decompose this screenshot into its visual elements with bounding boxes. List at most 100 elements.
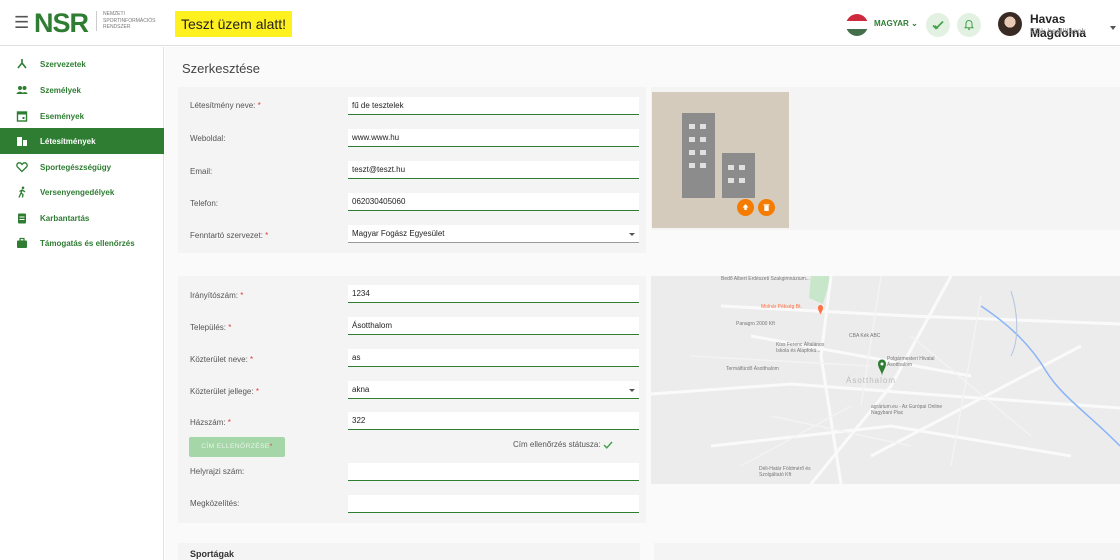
street-type-select[interactable]: akna <box>348 381 639 399</box>
address-check-status: Cím ellenőrzés státusza: <box>513 440 613 449</box>
sidebar: Szervezetek Személyek Események Létesítm… <box>0 47 164 560</box>
website-input[interactable]: www.www.hu <box>348 129 639 147</box>
facility-image-placeholder <box>652 92 789 228</box>
owner-org-label: Fenntartó szervezet: * <box>190 231 268 240</box>
check-address-button[interactable]: CÍM ELLENŐRZÉSE* <box>189 437 285 457</box>
required-mark: * <box>240 291 244 300</box>
dropdown-caret-icon <box>629 233 635 236</box>
sidebar-item-label: Létesítmények <box>40 136 96 146</box>
street-type-value: akna <box>352 385 370 394</box>
language-selector[interactable]: MAGYAR ⌄ <box>874 19 918 28</box>
street-name-input[interactable]: as <box>348 349 639 367</box>
top-bar: ☰ NSR NEMZETI SPORTINFORMÁCIÓS RENDSZER … <box>0 0 1120 46</box>
label-text: Irányítószám: <box>190 291 239 300</box>
chevron-down-icon: ⌄ <box>911 19 918 28</box>
people-icon <box>16 84 28 96</box>
building-icon <box>16 135 28 147</box>
house-number-label: Házszám: * <box>190 418 231 427</box>
required-mark: * <box>257 101 261 110</box>
upload-image-button[interactable] <box>737 199 754 216</box>
email-input[interactable]: teszt@teszt.hu <box>348 161 639 179</box>
email-label: Email: <box>190 167 213 176</box>
sidebar-item-karbantartas[interactable]: Karbantartás <box>0 205 164 231</box>
map-place-label: Kiss Ferenc Általános Iskola és Alapfokú… <box>776 342 825 354</box>
dropdown-caret-icon <box>629 389 635 392</box>
map-town-label: Ásotthalom <box>846 376 897 385</box>
phone-input[interactable]: 062030405060 <box>348 193 639 211</box>
briefcase-icon <box>16 237 28 249</box>
org-tree-icon <box>16 58 28 70</box>
facility-name-label: Létesítmény neve: * <box>190 101 261 110</box>
label-text: Házszám: <box>190 418 226 427</box>
required-mark: * <box>228 323 232 332</box>
sidebar-item-label: Események <box>40 111 85 121</box>
required-mark: * <box>265 231 269 240</box>
notifications-button[interactable] <box>957 13 981 37</box>
website-label: Weboldal: <box>190 134 226 143</box>
sidebar-item-esemenyek[interactable]: Események <box>0 103 164 129</box>
check-icon-button[interactable] <box>926 13 950 37</box>
map-place-label: Bedő Albert Erdészeti Szakgimnázium... <box>721 276 810 282</box>
label-text: Létesítmény neve: <box>190 101 256 110</box>
logo[interactable]: NSR <box>34 9 89 37</box>
phone-label: Telefon: <box>190 199 219 208</box>
label-text: Közterület jellege: <box>190 387 254 396</box>
access-label: Megközelítés: <box>190 499 240 508</box>
sports-section: Sportágak <box>178 543 640 560</box>
sidebar-item-tamogatas[interactable]: Támogatás és ellenőrzés <box>0 230 164 256</box>
menu-icon[interactable]: ☰ <box>14 14 29 31</box>
address-check-status-label: Cím ellenőrzés státusza: <box>513 440 601 449</box>
sidebar-item-letesitmenyek[interactable]: Létesítmények <box>0 128 164 154</box>
sidebar-item-label: Sportegészségügy <box>40 162 112 172</box>
address-card <box>178 276 646 523</box>
required-mark: * <box>250 355 254 364</box>
lot-number-input[interactable] <box>348 463 639 481</box>
sidebar-item-versenyengedelyek[interactable]: Versenyengedélyek <box>0 179 164 205</box>
location-map[interactable]: Bedő Albert Erdészeti Szakgimnázium... M… <box>651 276 1120 484</box>
sidebar-item-label: Személyek <box>40 85 81 95</box>
city-input[interactable]: Ásotthalom <box>348 317 639 335</box>
check-address-label: CÍM ELLENŐRZÉSE <box>201 443 270 450</box>
owner-org-value: Magyar Fogász Egyesület <box>352 229 445 238</box>
street-type-label: Közterület jellege: * <box>190 387 259 396</box>
sports-section-title: Sportágak <box>190 549 235 559</box>
map-place-label: Déli-Határ Földmérő és Szolgáltató Kft <box>759 466 811 478</box>
required-mark: * <box>269 443 273 450</box>
runner-icon <box>16 186 28 198</box>
calendar-icon <box>16 110 28 122</box>
delete-image-button[interactable] <box>758 199 775 216</box>
sidebar-item-szervezetek[interactable]: Szervezetek <box>0 51 164 77</box>
lot-number-label: Helyrajzi szám: <box>190 467 245 476</box>
sidebar-item-label: Támogatás és ellenőrzés <box>40 238 135 248</box>
zip-input[interactable]: 1234 <box>348 285 639 303</box>
access-input[interactable] <box>348 495 639 513</box>
owner-org-select[interactable]: Magyar Fogász Egyesület <box>348 225 639 243</box>
building-illustration <box>722 153 755 198</box>
house-number-input[interactable]: 322 <box>348 412 639 430</box>
user-menu-caret-icon[interactable] <box>1110 26 1116 30</box>
required-mark: * <box>227 418 231 427</box>
sidebar-item-label: Karbantartás <box>40 213 90 223</box>
building-illustration <box>682 113 715 198</box>
bell-icon <box>963 19 975 31</box>
right-section <box>654 543 1120 560</box>
sidebar-item-szemelyek[interactable]: Személyek <box>0 77 164 103</box>
map-place-label: Panagro 2000 Kft <box>736 321 775 327</box>
hungarian-flag-icon[interactable] <box>846 14 868 36</box>
sidebar-item-label: Szervezetek <box>40 59 86 69</box>
city-label: Település: * <box>190 323 231 332</box>
zip-label: Irányítószám: * <box>190 291 243 300</box>
map-place-label: Termálfürdő Ásotthalom <box>726 366 779 372</box>
upload-icon <box>742 204 749 210</box>
test-banner: Teszt üzem alatt! <box>175 11 293 37</box>
label-text: Közterület neve: <box>190 355 248 364</box>
clipboard-icon <box>16 212 28 224</box>
heart-icon <box>16 161 28 173</box>
facility-name-input[interactable]: fű de tesztelek <box>348 97 639 115</box>
account-settings-link[interactable]: Fiók beállítások <box>1030 27 1086 36</box>
avatar[interactable] <box>998 12 1022 36</box>
map-place-label: CBA Kék ABC <box>849 333 881 339</box>
sidebar-item-sportegeszsegugy[interactable]: Sportegészségügy <box>0 154 164 180</box>
logo-subtitle: NEMZETI SPORTINFORMÁCIÓS RENDSZER <box>96 11 166 31</box>
page-title: Szerkesztése <box>182 61 261 76</box>
